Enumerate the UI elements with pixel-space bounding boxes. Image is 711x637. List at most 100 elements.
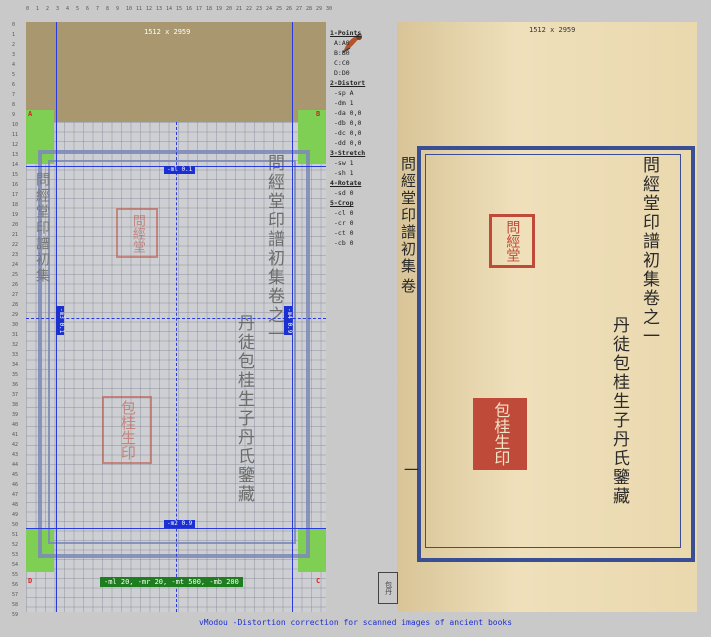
panel-param[interactable]: D:D0 [330,68,394,78]
ruler-tick: 27 [296,6,303,12]
ruler-tick: 0 [12,22,16,28]
ruler-tick: 18 [12,202,19,208]
ruler-tick: 29 [12,312,19,318]
ruler-tick: 46 [12,482,19,488]
ruler-tick: 8 [106,6,110,12]
page-border-inner [48,160,296,544]
panel-param[interactable]: -dm 1 [330,98,394,108]
ruler-tick: 20 [226,6,233,12]
distortion-canvas[interactable]: 1512 x 2959 問經堂印譜初集卷之一 丹徒包桂生子丹氏鑒藏 問經堂印譜初… [26,22,326,612]
ruler-tick: 14 [166,6,173,12]
ruler-tick: 34 [12,362,19,368]
ruler-tick: 51 [12,532,19,538]
ruler-tick: 11 [12,132,19,138]
ruler-tick: 36 [12,382,19,388]
preview-seal-top: 問經堂 [489,214,535,268]
ruler-tick: 37 [12,392,19,398]
ruler-tick: 6 [86,6,90,12]
ruler-tick: 30 [326,6,333,12]
ruler-tick: 21 [12,232,19,238]
parameter-panel: 1-Points A:A0 B:B0 C:C0 D:D0 2-Distort -sp A -d… [330,28,394,278]
ruler-tick: 19 [216,6,223,12]
panel-param[interactable]: C:C0 [330,58,394,68]
ruler-tick: 56 [12,582,19,588]
ruler-tick: 53 [12,552,19,558]
left-ruler: 0 1 2 3 4 5 6 7 8 9 10 11 12 13 14 15 16 17 18 19 20 21 22 23 24… [0,22,24,618]
ruler-tick: 9 [116,6,120,12]
guide-top-tag[interactable]: -ml 0.1 [164,166,196,174]
ruler-tick: 45 [12,472,19,478]
footer-caption: vModou -Distortion correction for scanne… [198,618,513,627]
panel-param[interactable]: -db 0,0 [330,118,394,128]
ruler-tick: 15 [176,6,183,12]
ruler-tick: 32 [12,342,19,348]
guide-right-tag[interactable]: -m4 0.9 [284,306,293,336]
author-text: 丹徒包桂生子丹氏鑒藏 [234,314,254,504]
ruler-tick: 25 [12,272,19,278]
ruler-tick: 27 [12,292,19,298]
author-seal-mark: 包丹 [378,572,398,604]
ruler-tick: 4 [12,62,16,68]
ruler-tick: 17 [12,192,19,198]
panel-section-title[interactable]: 2-Distort [330,78,394,88]
ruler-tick: 10 [12,122,19,128]
ruler-tick: 2 [12,42,16,48]
spine-title-text: 問經堂印譜初集 [34,172,50,284]
ruler-tick: 44 [12,462,19,468]
panel-param[interactable]: -sp A [330,88,394,98]
ruler-tick: 48 [12,502,19,508]
ruler-tick: 12 [146,6,153,12]
guide-bottom-tag[interactable]: -m2 0.9 [164,520,196,528]
ruler-tick: 7 [12,92,16,98]
panel-param[interactable]: -dd 0,0 [330,138,394,148]
ruler-tick: 47 [12,492,19,498]
panel-param[interactable]: A:A0 [330,38,394,48]
panel-param[interactable]: -sh 1 [330,168,394,178]
panel-param[interactable]: -sd 0 [330,188,394,198]
ruler-tick: 28 [12,302,19,308]
image-size-label: 1512 x 2959 [144,28,191,36]
panel-param[interactable]: -cl 0 [330,208,394,218]
ruler-tick: 11 [136,6,143,12]
panel-param[interactable]: -dc 0,0 [330,128,394,138]
ruler-tick: 16 [186,6,193,12]
corner-label-a: A [28,110,33,118]
panel-param[interactable]: -sw 1 [330,158,394,168]
ruler-tick: 15 [12,172,19,178]
ruler-tick: 13 [12,152,19,158]
ruler-tick: 9 [12,112,16,118]
guide-left-tag[interactable]: -m3 0.1 [56,306,65,336]
ruler-tick: 55 [12,572,19,578]
panel-param[interactable]: B:B0 [330,48,394,58]
preview-author: 丹徒包桂生子丹氏鑒藏 [609,316,629,506]
center-horizontal-guide [26,318,326,319]
ruler-tick: 31 [12,332,19,338]
panel-section-title[interactable]: 4-Rotate [330,178,394,188]
panel-param[interactable]: -cr 0 [330,218,394,228]
ruler-tick: 7 [96,6,100,12]
seal-bottom: 包桂生印 [102,396,152,464]
ruler-tick: 28 [306,6,313,12]
seal-top: 問經堂 [116,208,158,258]
preview-spine-title: 問經堂印譜初集 [399,156,417,275]
preview-spine-char-2: 一 [402,462,420,479]
ruler-tick: 16 [12,182,19,188]
panel-section-title[interactable]: 3-Stretch [330,148,394,158]
panel-section-title[interactable]: 5-Crop [330,198,394,208]
ruler-tick: 25 [276,6,283,12]
ruler-tick: 54 [12,562,19,568]
ruler-tick: 14 [12,162,19,168]
ruler-tick: 50 [12,522,19,528]
panel-param[interactable]: -ct 0 [330,228,394,238]
panel-section-title[interactable]: 1-Points [330,28,394,38]
ruler-tick: 3 [56,6,60,12]
ruler-tick: 38 [12,402,19,408]
ruler-tick: 5 [12,72,16,78]
panel-param[interactable]: -da 0,0 [330,108,394,118]
ruler-tick: 20 [12,222,19,228]
ruler-tick: 2 [46,6,50,12]
panel-param[interactable]: -cb 0 [330,238,394,248]
ruler-tick: 5 [76,6,80,12]
ruler-tick: 41 [12,432,19,438]
ruler-tick: 6 [12,82,16,88]
